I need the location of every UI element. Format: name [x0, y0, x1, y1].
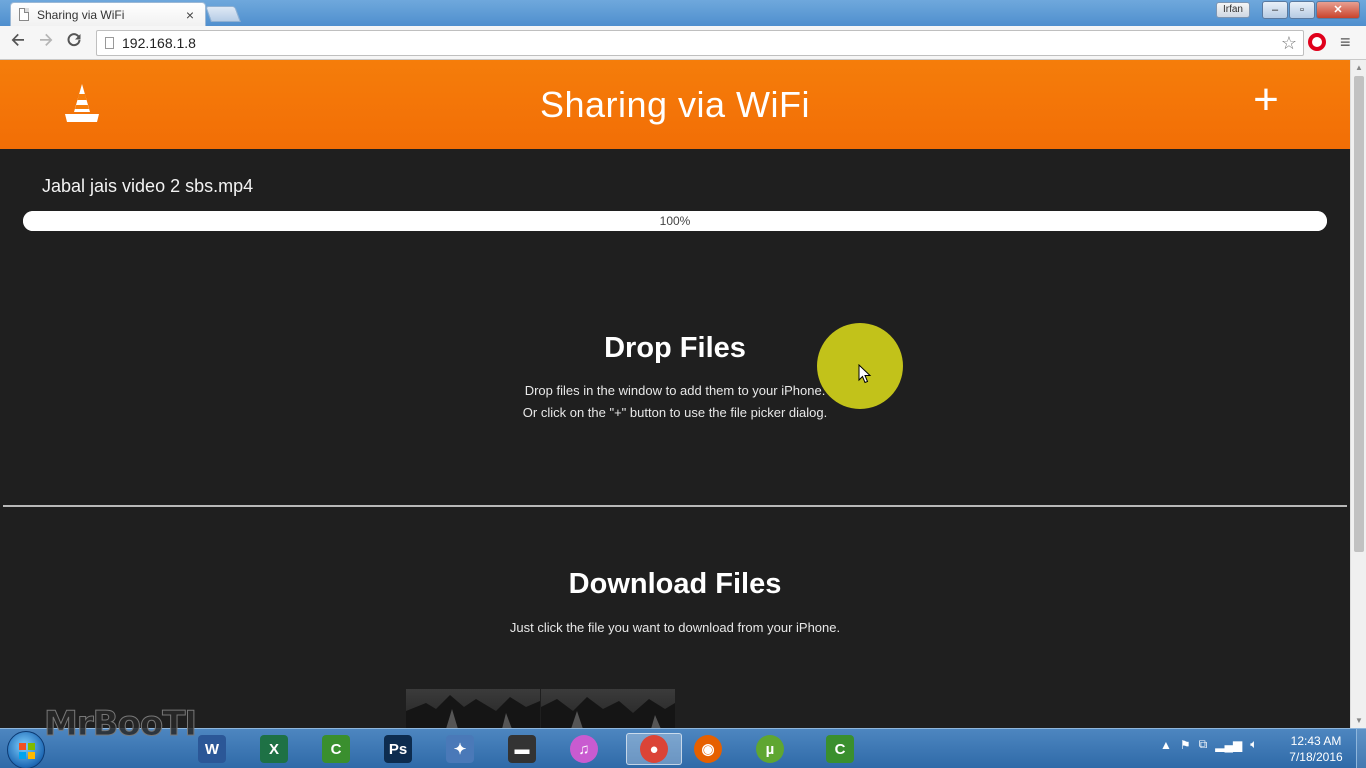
utorrent-icon: µ — [756, 735, 784, 763]
scroll-up-icon[interactable]: ▲ — [1354, 63, 1364, 72]
clock-date: 7/18/2016 — [1289, 750, 1343, 764]
chrome-icon: ● — [640, 735, 668, 763]
page-title: Sharing via WiFi — [539, 84, 811, 125]
browser-tab[interactable]: Sharing via WiFi × — [10, 2, 206, 26]
star-icon[interactable]: ☆ — [1275, 33, 1303, 54]
address-bar[interactable]: 192.168.1.8 ☆ — [96, 30, 1304, 56]
page-scrollbar[interactable]: ▲ ▼ — [1350, 60, 1366, 728]
mouse-cursor-icon — [858, 364, 872, 384]
action-center-icon[interactable]: ⚑ — [1180, 738, 1191, 752]
taskbar-tools-button[interactable]: ✦ — [440, 733, 480, 765]
taskbar-excel-button[interactable]: X — [254, 733, 294, 765]
window-maximize-button[interactable]: ▫ — [1289, 1, 1315, 19]
taskbar-chrome-button[interactable]: ● — [626, 733, 682, 765]
download-files-instructions: Just click the file you want to download… — [509, 620, 841, 635]
taskbar-itunes-button[interactable]: ♫ — [564, 733, 604, 765]
usb-icon[interactable]: ⧉ — [1199, 737, 1208, 752]
clock-time: 12:43 AM — [1290, 734, 1342, 748]
file-thumbnail[interactable] — [406, 689, 540, 728]
projector-icon: ▬ — [508, 735, 536, 763]
taskbar-camtasia-recorder-button[interactable]: C — [812, 733, 868, 765]
tools-icon: ✦ — [446, 735, 474, 763]
scroll-down-icon[interactable]: ▼ — [1354, 716, 1364, 725]
browser-title-bar: Sharing via WiFi × Irfan – ▫ ✕ — [0, 0, 1366, 26]
drop-files-line-1: Drop files in the window to add them to … — [524, 383, 826, 398]
drop-files-instructions: Drop files in the window to add them to … — [0, 380, 1350, 424]
system-tray: ▲ ⚑ ⧉ ▂▄▆ 🔈︎ — [1160, 737, 1257, 752]
profile-button[interactable]: Irfan — [1216, 2, 1250, 18]
opera-icon[interactable] — [1308, 33, 1326, 51]
windows-taskbar: W X C Ps ✦ ▬ ♫ ● ◉ µ C ▲ ⚑ ⧉ ▂▄▆ 🔈︎ 12:43 AM 7/18/… — [0, 728, 1366, 768]
drop-files-line-2: Or click on the "+" button to use the fi… — [522, 405, 828, 420]
window-minimize-button[interactable]: – — [1262, 1, 1288, 19]
page-icon — [105, 37, 114, 49]
section-divider — [3, 505, 1347, 507]
add-file-button[interactable]: + — [1246, 78, 1286, 122]
camtasia-recorder-icon: C — [826, 735, 854, 763]
start-button[interactable] — [7, 731, 45, 768]
photoshop-icon: Ps — [384, 735, 412, 763]
reload-icon[interactable] — [60, 32, 88, 53]
taskbar-utorrent-button[interactable]: µ — [750, 733, 790, 765]
word-icon: W — [198, 735, 226, 763]
camtasia-icon: C — [322, 735, 350, 763]
url-text: 192.168.1.8 — [122, 35, 196, 51]
page-content: Sharing via WiFi + Jabal jais video 2 sb… — [0, 60, 1350, 728]
taskbar-clock[interactable]: 12:43 AM 7/18/2016 — [1284, 733, 1348, 765]
new-tab-button[interactable] — [205, 6, 241, 22]
show-desktop-button[interactable] — [1356, 729, 1366, 768]
menu-icon[interactable]: ≡ — [1340, 33, 1356, 51]
tab-close-icon[interactable]: × — [183, 7, 197, 23]
show-hidden-icons-icon[interactable]: ▲ — [1160, 738, 1172, 752]
watermark-logo: MrBooTI — [43, 704, 197, 745]
download-files-title: Download Files — [568, 568, 782, 600]
upload-progress-bar: 100% — [23, 211, 1327, 231]
forward-arrow-icon[interactable] — [32, 32, 60, 53]
page-icon — [19, 8, 29, 21]
page-header: Sharing via WiFi + — [0, 60, 1350, 149]
taskbar-camtasia-button[interactable]: C — [316, 733, 356, 765]
taskbar-projector-button[interactable]: ▬ — [502, 733, 542, 765]
tab-title: Sharing via WiFi — [37, 7, 125, 22]
taskbar-firefox-button[interactable]: ◉ — [688, 733, 728, 765]
browser-toolbar: 192.168.1.8 ☆ ≡ — [0, 26, 1366, 60]
volume-icon[interactable]: 🔈︎ — [1250, 737, 1257, 752]
scroll-thumb[interactable] — [1354, 76, 1364, 552]
itunes-icon: ♫ — [570, 735, 598, 763]
uploaded-file-name: Jabal jais video 2 sbs.mp4 — [42, 176, 254, 196]
file-thumbnail[interactable] — [541, 689, 675, 728]
taskbar-word-button[interactable]: W — [192, 733, 232, 765]
drop-files-title: Drop Files — [604, 332, 746, 364]
firefox-icon: ◉ — [694, 735, 722, 763]
windows-logo-icon — [19, 743, 35, 759]
excel-icon: X — [260, 735, 288, 763]
progress-label: 100% — [659, 214, 691, 228]
back-arrow-icon[interactable] — [4, 32, 32, 53]
network-icon[interactable]: ▂▄▆ — [1215, 738, 1242, 752]
taskbar-photoshop-button[interactable]: Ps — [378, 733, 418, 765]
window-close-button[interactable]: ✕ — [1316, 1, 1360, 19]
